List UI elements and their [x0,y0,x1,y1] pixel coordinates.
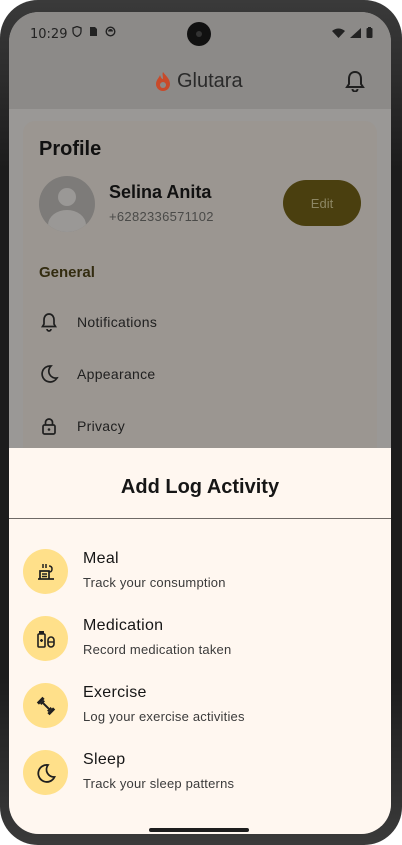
sheet-divider [9,518,391,519]
moon-icon [41,365,59,383]
phone-frame: 10:29 Glutara Profile Selina Anita +6282… [0,0,402,845]
screen: 10:29 Glutara Profile Selina Anita +6282… [9,12,391,834]
signal-icon [350,27,361,38]
activity-subtitle: Track your consumption [83,575,226,590]
status-time: 10:29 [30,27,68,42]
status-bar: 10:29 [9,12,391,56]
menu-item-label: Appearance [77,366,156,382]
activity-item-exercise[interactable]: Exercise Log your exercise activities [23,679,377,733]
dumbbell-icon [36,696,55,715]
activity-subtitle: Record medication taken [83,642,232,657]
activity-title: Exercise [83,684,147,701]
medication-icon-circle [23,616,68,661]
meal-icon-circle [23,549,68,594]
activity-item-sleep[interactable]: Sleep Track your sleep patterns [23,746,377,800]
user-phone: +6282336571102 [109,209,214,224]
sleep-icon-circle [23,750,68,795]
activity-title: Medication [83,617,164,634]
menu-item-notifications[interactable]: Notifications [39,312,157,332]
edit-profile-button[interactable]: Edit [283,180,361,226]
sim-status-icon [90,27,97,36]
wifi-icon [332,28,345,38]
notifications-bell-icon[interactable] [345,70,365,92]
user-name: Selina Anita [109,182,212,202]
menu-item-label: Privacy [77,418,125,434]
bell-icon [40,313,58,332]
moon-icon [36,763,56,783]
front-camera [187,22,211,46]
exercise-icon-circle [23,683,68,728]
profile-title: Profile [39,138,102,160]
avatar [39,176,95,232]
general-section-label: General [39,264,95,281]
status-notification-icons [72,26,116,37]
menu-item-privacy[interactable]: Privacy [39,416,125,436]
menu-item-label: Notifications [77,314,158,330]
activity-subtitle: Log your exercise activities [83,709,245,724]
activity-item-meal[interactable]: Meal Track your consumption [23,545,377,599]
brand-name: Glutara [177,70,243,92]
activity-title: Meal [83,550,119,567]
meal-icon [37,563,54,580]
medication-icon [36,630,55,648]
home-indicator[interactable] [149,828,249,832]
sheet-title: Add Log Activity [120,476,280,498]
activity-subtitle: Track your sleep patterns [83,776,235,791]
profile-card: Profile Selina Anita +6282336571102 Edit… [23,121,377,461]
activity-item-medication[interactable]: Medication Record medication taken [23,612,377,666]
brand-logo: Glutara [153,70,243,93]
battery-icon [366,27,373,38]
shield-status-icon [72,26,82,37]
lock-icon [42,418,56,435]
add-log-activity-sheet: Add Log Activity Meal Track your consump… [9,448,391,834]
data-saver-icon [105,26,116,37]
activity-title: Sleep [83,751,126,768]
menu-item-appearance[interactable]: Appearance [39,364,156,384]
app-bar: Glutara [9,56,391,109]
status-system-icons [332,27,373,38]
flame-logo-icon [156,71,170,91]
